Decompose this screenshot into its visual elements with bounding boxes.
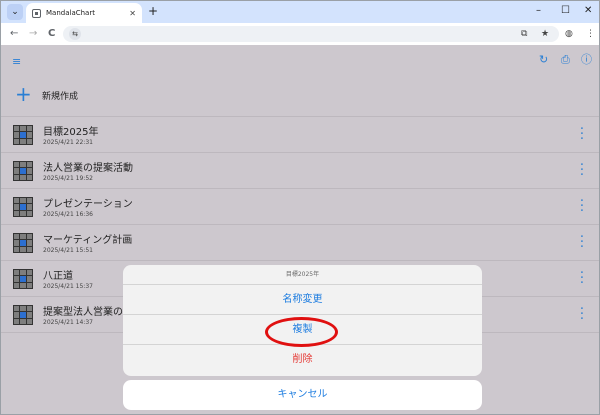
browser-menu-icon[interactable]: ⋮ (586, 27, 595, 41)
new-tab-button[interactable]: + (148, 4, 158, 18)
highlight-circle (265, 317, 338, 347)
tab-close-icon[interactable]: ✕ (129, 9, 136, 18)
browser-toolbar: ← → C ⇆ ⧉ ★ ◍ ⋮ (1, 23, 599, 45)
list-item[interactable]: 法人営業の提案活動 2025/4/21 19:52 · · · (1, 153, 599, 189)
site-info-icon[interactable]: ⇆ (69, 28, 81, 40)
more-options-icon[interactable]: · · · (579, 267, 585, 290)
more-options-icon[interactable]: · · · (579, 159, 585, 182)
sort-icon[interactable]: ≡ (12, 55, 21, 69)
cancel-button[interactable]: キャンセル (123, 380, 482, 410)
item-title: 法人営業の提案活動 (43, 163, 133, 174)
reload-button[interactable]: C (48, 26, 55, 42)
tab-title: MandalaChart (46, 9, 95, 17)
action-sheet-title: 目標2025年 (123, 265, 482, 285)
list-item[interactable]: マーケティング計画 2025/4/21 15:51 · · · (1, 225, 599, 261)
more-options-icon[interactable]: · · · (579, 231, 585, 254)
back-button[interactable]: ← (10, 26, 18, 42)
new-chart-button[interactable]: + 新規作成 (1, 77, 599, 117)
item-title: プレゼンテーション (43, 199, 133, 210)
item-date: 2025/4/21 19:52 (43, 175, 93, 182)
profile-icon[interactable]: ◍ (565, 27, 573, 41)
minimize-button[interactable]: – (536, 4, 541, 18)
cast-icon[interactable]: ⧉ (521, 27, 527, 41)
favicon-icon (32, 8, 41, 18)
mandala-thumbnail-icon (13, 233, 33, 253)
mandala-thumbnail-icon (13, 161, 33, 181)
item-title: マーケティング計画 (43, 235, 133, 246)
refresh-icon[interactable]: ↻ (539, 53, 548, 67)
browser-tab[interactable]: MandalaChart ✕ (26, 3, 142, 23)
item-title: 提案型法人営業の (43, 307, 123, 318)
mandala-thumbnail-icon (13, 197, 33, 217)
bookmark-star-icon[interactable]: ★ (541, 27, 549, 41)
item-title: 八正道 (43, 271, 73, 282)
item-title: 目標2025年 (43, 127, 99, 138)
info-icon[interactable]: ⓘ (581, 53, 592, 67)
item-date: 2025/4/21 16:36 (43, 211, 93, 218)
tab-search-button[interactable]: ⌄ (7, 4, 23, 20)
item-date: 2025/4/21 15:51 (43, 247, 93, 254)
export-icon[interactable]: ⎙ (561, 53, 570, 67)
item-date: 2025/4/21 15:37 (43, 283, 93, 290)
mandala-thumbnail-icon (13, 125, 33, 145)
more-options-icon[interactable]: · · · (579, 303, 585, 326)
plus-icon: + (15, 82, 32, 106)
chevron-down-icon: ⌄ (11, 7, 19, 17)
list-item[interactable]: 目標2025年 2025/4/21 22:31 · · · (1, 117, 599, 153)
address-bar[interactable]: ⇆ ⧉ ★ (63, 26, 559, 42)
delete-button[interactable]: 削除 (123, 345, 482, 375)
rename-button[interactable]: 名称変更 (123, 285, 482, 315)
more-options-icon[interactable]: · · · (579, 195, 585, 218)
list-item[interactable]: プレゼンテーション 2025/4/21 16:36 · · · (1, 189, 599, 225)
tab-strip: ⌄ MandalaChart ✕ + – ☐ ✕ (1, 1, 599, 23)
item-date: 2025/4/21 14:37 (43, 319, 93, 326)
more-options-icon[interactable]: · · · (579, 123, 585, 146)
forward-button[interactable]: → (29, 26, 37, 42)
mandala-thumbnail-icon (13, 305, 33, 325)
item-date: 2025/4/21 22:31 (43, 139, 93, 146)
maximize-button[interactable]: ☐ (561, 4, 570, 18)
new-chart-label: 新規作成 (42, 92, 79, 102)
browser-window: ⌄ MandalaChart ✕ + – ☐ ✕ ← → C ⇆ ⧉ ★ ◍ ⋮… (0, 0, 600, 415)
mandala-thumbnail-icon (13, 269, 33, 289)
window-close-button[interactable]: ✕ (584, 4, 592, 18)
